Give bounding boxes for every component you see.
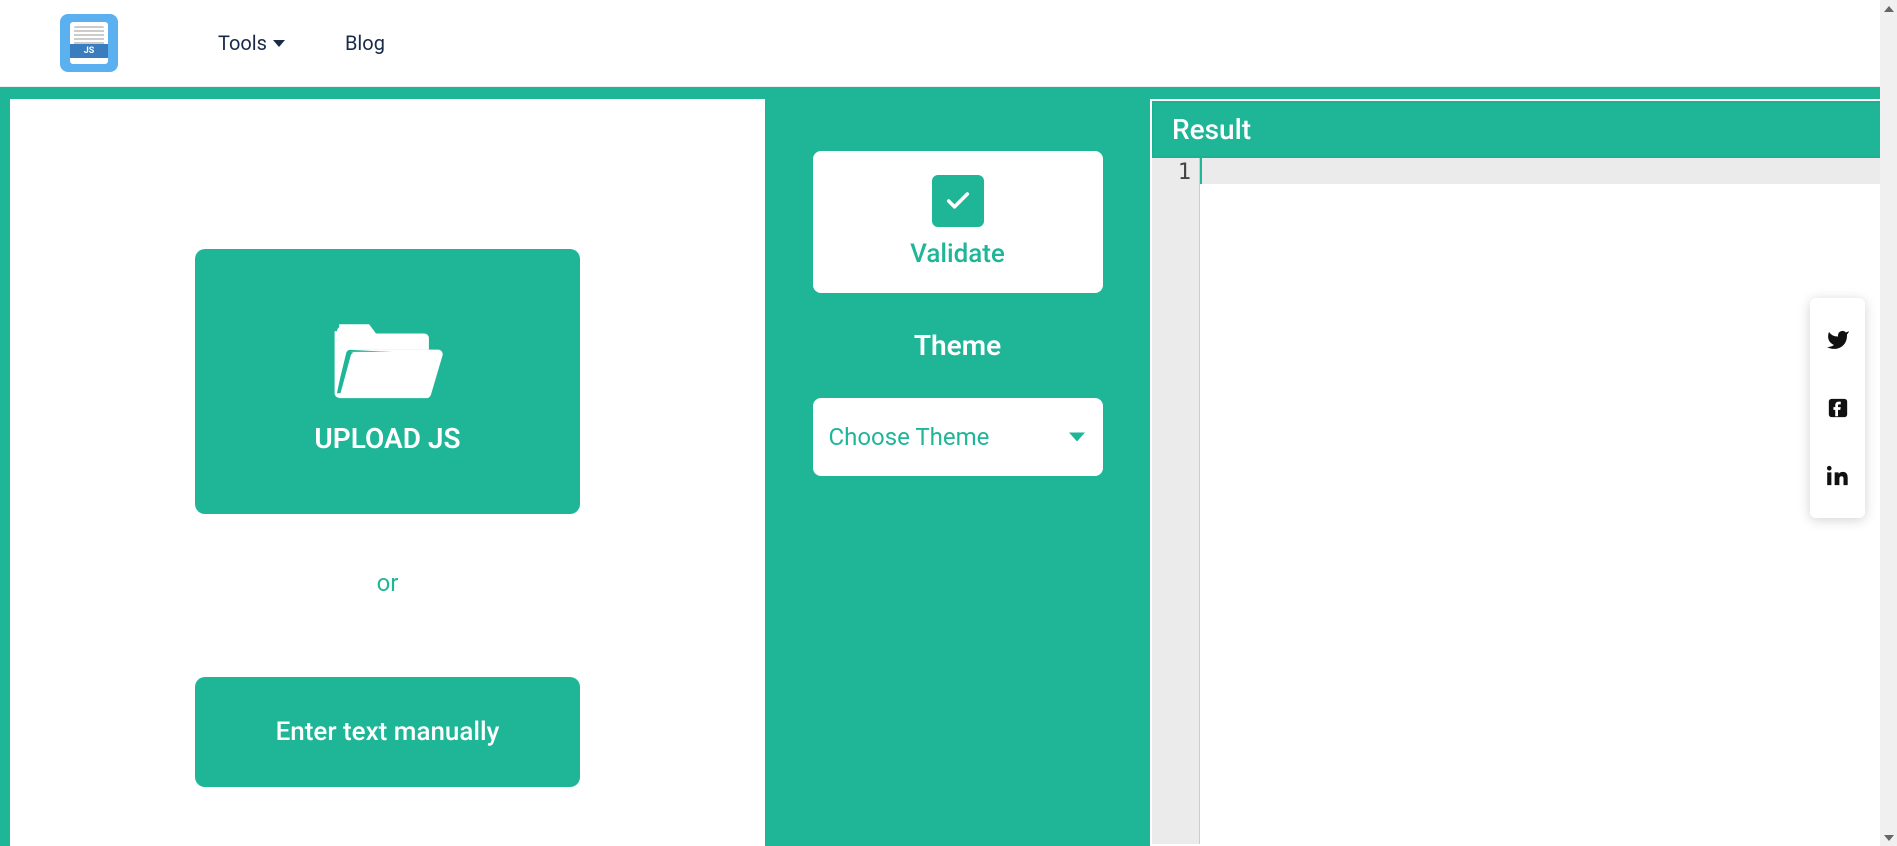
validate-button[interactable]: Validate [813,151,1103,293]
upload-button[interactable]: UPLOAD JS [195,249,580,514]
scroll-up-icon[interactable] [1880,0,1897,17]
result-heading: Result [1152,101,1883,158]
upload-panel: UPLOAD JS or Enter text manually [10,99,765,846]
twitter-icon[interactable] [1826,328,1850,352]
check-icon [932,175,984,227]
theme-select-label: Choose Theme [829,423,990,451]
editor-content[interactable] [1200,158,1883,844]
or-text: or [377,569,399,597]
header: Tools Blog [0,0,1897,87]
facebook-icon[interactable] [1826,396,1850,420]
main-area: UPLOAD JS or Enter text manually Validat… [0,87,1897,846]
scroll-down-icon[interactable] [1880,829,1897,846]
result-editor[interactable]: 1 [1152,158,1883,844]
logo[interactable] [60,14,118,72]
logo-document-icon [70,22,108,64]
editor-gutter: 1 [1152,158,1200,844]
nav-tools[interactable]: Tools [218,31,285,55]
theme-heading: Theme [914,329,1001,362]
line-number: 1 [1152,160,1191,185]
linkedin-icon[interactable] [1826,464,1850,488]
enter-text-button[interactable]: Enter text manually [195,677,580,787]
result-panel: Result 1 [1150,99,1885,846]
enter-text-label: Enter text manually [276,717,500,747]
controls-panel: Validate Theme Choose Theme [765,99,1150,846]
social-share-panel [1810,298,1865,518]
chevron-down-icon [1069,433,1085,442]
theme-select[interactable]: Choose Theme [813,398,1103,476]
folder-open-icon [330,309,445,404]
nav-blog[interactable]: Blog [345,31,385,55]
caret-down-icon [273,40,285,47]
editor-line-1[interactable] [1200,158,1883,184]
page-scrollbar[interactable] [1880,0,1897,846]
nav-blog-label: Blog [345,31,385,55]
validate-label: Validate [910,239,1005,269]
nav: Tools Blog [218,31,385,55]
upload-label: UPLOAD JS [314,422,460,455]
nav-tools-label: Tools [218,31,267,55]
